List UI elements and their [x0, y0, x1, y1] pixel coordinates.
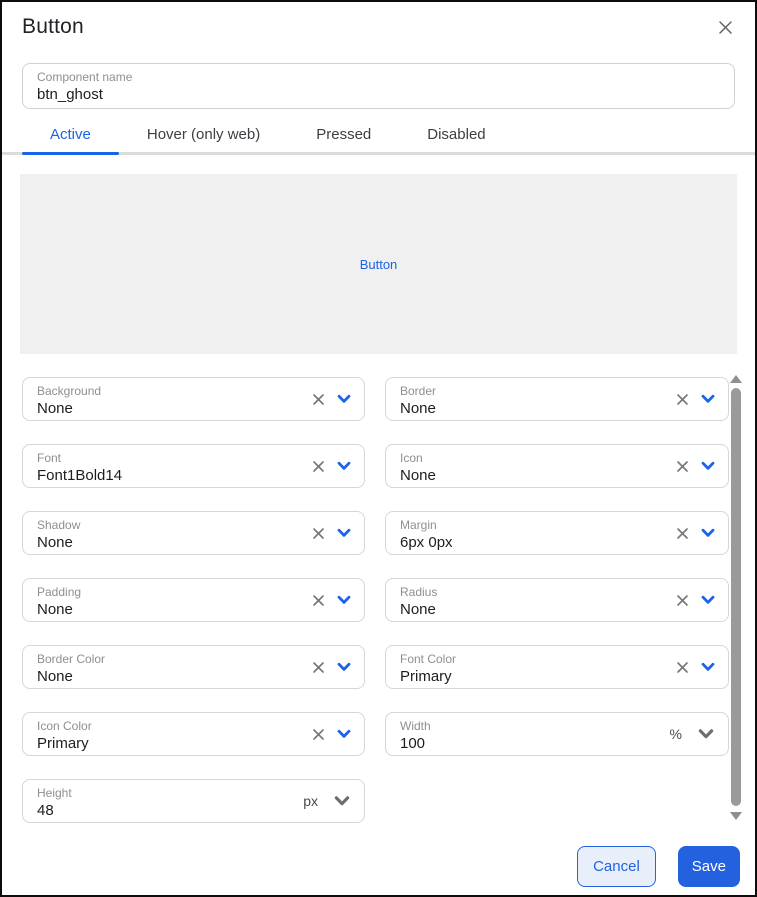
tab-disabled[interactable]: Disabled [399, 117, 513, 152]
field-icon-color[interactable]: Icon Color Primary [22, 712, 365, 756]
field-label: Padding [37, 585, 284, 599]
dialog-header: Button [2, 2, 755, 52]
field-value: None [400, 400, 648, 418]
clear-icon[interactable] [311, 593, 326, 608]
field-value: None [37, 668, 284, 686]
chevron-down-icon[interactable] [700, 525, 716, 541]
field-label: Radius [400, 585, 648, 599]
chevron-down-icon[interactable] [332, 792, 352, 810]
field-padding[interactable]: Padding None [22, 578, 365, 622]
field-shadow[interactable]: Shadow None [22, 511, 365, 555]
save-button[interactable]: Save [678, 846, 740, 887]
close-icon[interactable] [713, 15, 737, 39]
scroll-up-arrow-icon[interactable] [730, 375, 742, 383]
chevron-down-icon[interactable] [336, 525, 352, 541]
field-border-color[interactable]: Border Color None [22, 645, 365, 689]
field-value: Primary [400, 668, 648, 686]
clear-icon[interactable] [675, 526, 690, 541]
tab-pressed[interactable]: Pressed [288, 117, 399, 152]
field-label: Icon [400, 451, 648, 465]
field-font-color[interactable]: Font Color Primary [385, 645, 729, 689]
field-label: Shadow [37, 518, 284, 532]
clear-icon[interactable] [311, 727, 326, 742]
field-icon[interactable]: Icon None [385, 444, 729, 488]
field-value: None [400, 601, 648, 619]
field-value[interactable]: 48 [37, 802, 284, 820]
chevron-down-icon[interactable] [696, 725, 716, 743]
page-title: Button [22, 15, 84, 39]
field-height[interactable]: Height 48 px [22, 779, 365, 823]
component-name-label: Component name [37, 70, 720, 84]
unit-label: % [670, 726, 682, 742]
tab-bar: Active Hover (only web) Pressed Disabled [2, 117, 755, 155]
component-name-field[interactable]: Component name btn_ghost [22, 63, 735, 109]
clear-icon[interactable] [675, 392, 690, 407]
scrollbar-thumb[interactable] [731, 388, 741, 806]
clear-icon[interactable] [311, 392, 326, 407]
preview-area: Button [20, 174, 737, 354]
clear-icon[interactable] [675, 660, 690, 675]
field-value: 6px 0px [400, 534, 648, 552]
field-label: Width [400, 719, 648, 733]
chevron-down-icon[interactable] [700, 391, 716, 407]
unit-label: px [303, 793, 318, 809]
button-edit-dialog: Button Component name btn_ghost Active H… [0, 0, 757, 897]
field-value: None [37, 534, 284, 552]
field-width[interactable]: Width 100 % [385, 712, 729, 756]
field-value: None [37, 601, 284, 619]
chevron-down-icon[interactable] [336, 391, 352, 407]
chevron-down-icon[interactable] [336, 592, 352, 608]
chevron-down-icon[interactable] [700, 592, 716, 608]
clear-icon[interactable] [311, 660, 326, 675]
chevron-down-icon[interactable] [700, 659, 716, 675]
field-value[interactable]: 100 [400, 735, 648, 753]
field-border[interactable]: Border None [385, 377, 729, 421]
scroll-down-arrow-icon[interactable] [730, 812, 742, 820]
tab-active[interactable]: Active [22, 117, 119, 152]
field-label: Border Color [37, 652, 284, 666]
field-label: Icon Color [37, 719, 284, 733]
field-value: None [37, 400, 284, 418]
chevron-down-icon[interactable] [700, 458, 716, 474]
component-name-value[interactable]: btn_ghost [37, 86, 720, 104]
field-radius[interactable]: Radius None [385, 578, 729, 622]
chevron-down-icon[interactable] [336, 458, 352, 474]
field-value: None [400, 467, 648, 485]
field-label: Height [37, 786, 284, 800]
tab-hover-only-web[interactable]: Hover (only web) [119, 117, 288, 152]
field-margin[interactable]: Margin 6px 0px [385, 511, 729, 555]
preview-button-text: Button [360, 257, 398, 272]
clear-icon[interactable] [675, 459, 690, 474]
clear-icon[interactable] [311, 526, 326, 541]
scrollbar[interactable] [729, 371, 743, 827]
field-label: Font [37, 451, 284, 465]
chevron-down-icon[interactable] [336, 726, 352, 742]
dialog-footer: Cancel Save [2, 846, 755, 887]
fields-grid: Background None Border None [22, 377, 755, 823]
field-font[interactable]: Font Font1Bold14 [22, 444, 365, 488]
field-label: Background [37, 384, 284, 398]
cancel-button[interactable]: Cancel [577, 846, 656, 887]
field-value: Primary [37, 735, 284, 753]
field-value: Font1Bold14 [37, 467, 284, 485]
clear-icon[interactable] [311, 459, 326, 474]
field-label: Font Color [400, 652, 648, 666]
field-background[interactable]: Background None [22, 377, 365, 421]
clear-icon[interactable] [675, 593, 690, 608]
field-label: Border [400, 384, 648, 398]
field-label: Margin [400, 518, 648, 532]
chevron-down-icon[interactable] [336, 659, 352, 675]
